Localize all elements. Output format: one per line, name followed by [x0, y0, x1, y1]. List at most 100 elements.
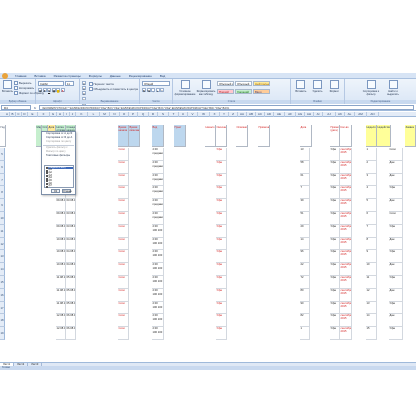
table-cell[interactable]: Сочи — [118, 327, 129, 340]
sort-color-option[interactable]: Сортировка по цвету — [42, 140, 75, 144]
table-cell[interactable]: Уфа — [216, 327, 227, 340]
column-header[interactable]: AB — [247, 112, 256, 117]
table-cell[interactable]: 14 — [300, 237, 310, 251]
table-cell[interactable]: Уфа — [389, 250, 403, 264]
conditional-format-button[interactable]: Условное форматирование — [175, 80, 195, 96]
table-cell[interactable]: 3 — [366, 173, 377, 187]
increase-decimal-icon[interactable]: + — [155, 87, 160, 93]
table-cell[interactable]: сентябрь 2015 — [340, 224, 352, 238]
tab-home[interactable]: Главная — [11, 74, 30, 78]
table-cell[interactable]: Дан — [389, 314, 403, 328]
table-cell[interactable]: 100 100 — [152, 305, 164, 315]
table-cell[interactable]: 8 — [366, 237, 377, 251]
table-cell[interactable]: Сочи — [389, 212, 403, 225]
column-header[interactable]: AM — [355, 112, 367, 117]
table-cell[interactable]: 100 100 — [152, 280, 164, 289]
table-cell[interactable]: Уфа — [216, 148, 227, 161]
table-cell[interactable]: Сочи — [118, 314, 129, 328]
font-name-select[interactable]: Calibri — [38, 81, 64, 86]
table-cell[interactable]: Дан — [389, 160, 403, 174]
font-color-icon[interactable]: A — [60, 87, 65, 93]
row-header[interactable]: 14 — [0, 263, 5, 276]
table-cell[interactable]: сентябрь 2015 — [340, 173, 352, 187]
table-cell[interactable]: 09.08.14 — [56, 212, 66, 225]
table-cell[interactable]: 5 — [366, 199, 377, 212]
underline-button[interactable]: Ч — [47, 87, 51, 93]
column-header[interactable]: Z — [229, 112, 238, 117]
table-cell[interactable]: 04.08.14 — [66, 263, 76, 276]
table-cell[interactable]: сентябрь 2015 — [340, 276, 352, 289]
table-cell[interactable]: сентябрь 2015 — [340, 186, 352, 200]
table-cell[interactable]: 80 — [300, 288, 310, 302]
table-cell[interactable]: сентябрь 2015 — [340, 160, 352, 174]
paste-button[interactable]: Вставить — [2, 80, 13, 95]
table-cell[interactable]: 96 — [300, 250, 310, 264]
column-header[interactable]: O — [120, 112, 129, 117]
tab-review[interactable]: Рецензирование — [125, 74, 156, 78]
column-title[interactable]: Вид — [152, 125, 164, 147]
checkbox-icon[interactable] — [45, 182, 48, 185]
column-header[interactable]: AJ — [323, 112, 336, 117]
table-cell[interactable]: Уфа — [389, 224, 403, 238]
table-cell[interactable]: 61 — [300, 173, 310, 187]
column-title[interactable]: Заявка — [405, 125, 416, 147]
row-header[interactable]: 18 — [0, 314, 5, 328]
column-title[interactable]: Описание — [236, 125, 248, 147]
column-header[interactable]: AH — [305, 112, 314, 117]
table-cell[interactable]: Уфа — [330, 288, 340, 302]
column-header[interactable]: T — [169, 112, 179, 117]
table-cell[interactable]: Уфа — [216, 301, 227, 315]
table-cell[interactable]: Уфа — [330, 160, 340, 174]
column-title[interactable]: Окончание — [216, 125, 227, 147]
table-cell[interactable]: 10 — [366, 263, 377, 276]
table-cell[interactable]: предзакл. — [152, 216, 164, 225]
table-cell[interactable]: 04.08.14 — [66, 237, 76, 251]
table-cell[interactable]: предзакл. — [152, 152, 164, 161]
table-cell[interactable]: Уфа — [330, 301, 340, 315]
column-title[interactable]: Недействит. — [377, 125, 391, 147]
table-cell[interactable]: Сочи — [389, 148, 403, 161]
text-filters-option[interactable]: Текстовые фильтры — [42, 154, 75, 158]
filter-cancel-button[interactable]: Отмена — [62, 189, 72, 193]
row-header[interactable]: 13 — [0, 250, 5, 264]
table-cell[interactable]: Сочи — [118, 224, 129, 238]
column-header[interactable]: U — [179, 112, 188, 117]
column-header[interactable]: G — [50, 112, 57, 117]
table-cell[interactable]: Уфа — [216, 276, 227, 289]
tab-view[interactable]: Вид — [156, 74, 169, 78]
table-cell[interactable]: 39 — [300, 199, 310, 212]
table-cell[interactable]: 4 — [366, 186, 377, 200]
align-bottom-icon[interactable]: ≡ — [82, 91, 86, 96]
insert-cells-button[interactable]: Вставить — [293, 80, 309, 93]
table-cell[interactable]: 04.08.14 — [66, 250, 76, 264]
row-header[interactable]: 8 — [0, 186, 5, 200]
style-normal[interactable]: Обычный — [235, 81, 252, 86]
table-cell[interactable]: Уфа — [216, 237, 227, 251]
table-cell[interactable]: сентябрь 2015 — [340, 250, 352, 264]
table-cell[interactable]: Уфа — [330, 199, 340, 212]
table-cell[interactable]: 11.08.14 — [56, 288, 66, 302]
table-cell[interactable]: Сочи — [118, 301, 129, 315]
column-title[interactable]: Время начала — [118, 125, 129, 147]
table-cell[interactable]: 29 — [300, 224, 310, 238]
table-cell[interactable]: сентябрь 2015 — [340, 199, 352, 212]
table-cell[interactable]: предзакл. — [152, 177, 164, 187]
table-cell[interactable]: сентябрь 2015 — [340, 314, 352, 328]
table-cell[interactable]: Уфа — [330, 276, 340, 289]
sort-filter-button[interactable]: Сортировка и фильтр — [361, 80, 381, 96]
table-cell[interactable]: Уфа — [389, 186, 403, 200]
row-header[interactable]: 12 — [0, 237, 5, 251]
column-header[interactable]: X — [210, 112, 220, 117]
table-cell[interactable]: Уфа — [330, 237, 340, 251]
table-cell[interactable]: 9 — [366, 250, 377, 264]
row-header[interactable]: 6 — [0, 160, 5, 174]
column-header[interactable]: AE — [274, 112, 285, 117]
column-header[interactable]: AK — [336, 112, 345, 117]
worksheet-grid[interactable]: A B C D E F G H I J K L M N O P Q R S T U V W X Y Z AA AB AC AD AE AF AG… — [0, 112, 416, 362]
table-cell[interactable]: 05.08.14 — [66, 301, 76, 315]
table-cell[interactable]: Дан — [389, 173, 403, 187]
function-icon[interactable]: fx — [31, 106, 39, 110]
table-cell[interactable]: сентябрь 2015 — [340, 237, 352, 251]
table-cell[interactable]: Уфа — [330, 327, 340, 340]
table-cell[interactable]: сентябрь 2015 — [340, 148, 352, 161]
